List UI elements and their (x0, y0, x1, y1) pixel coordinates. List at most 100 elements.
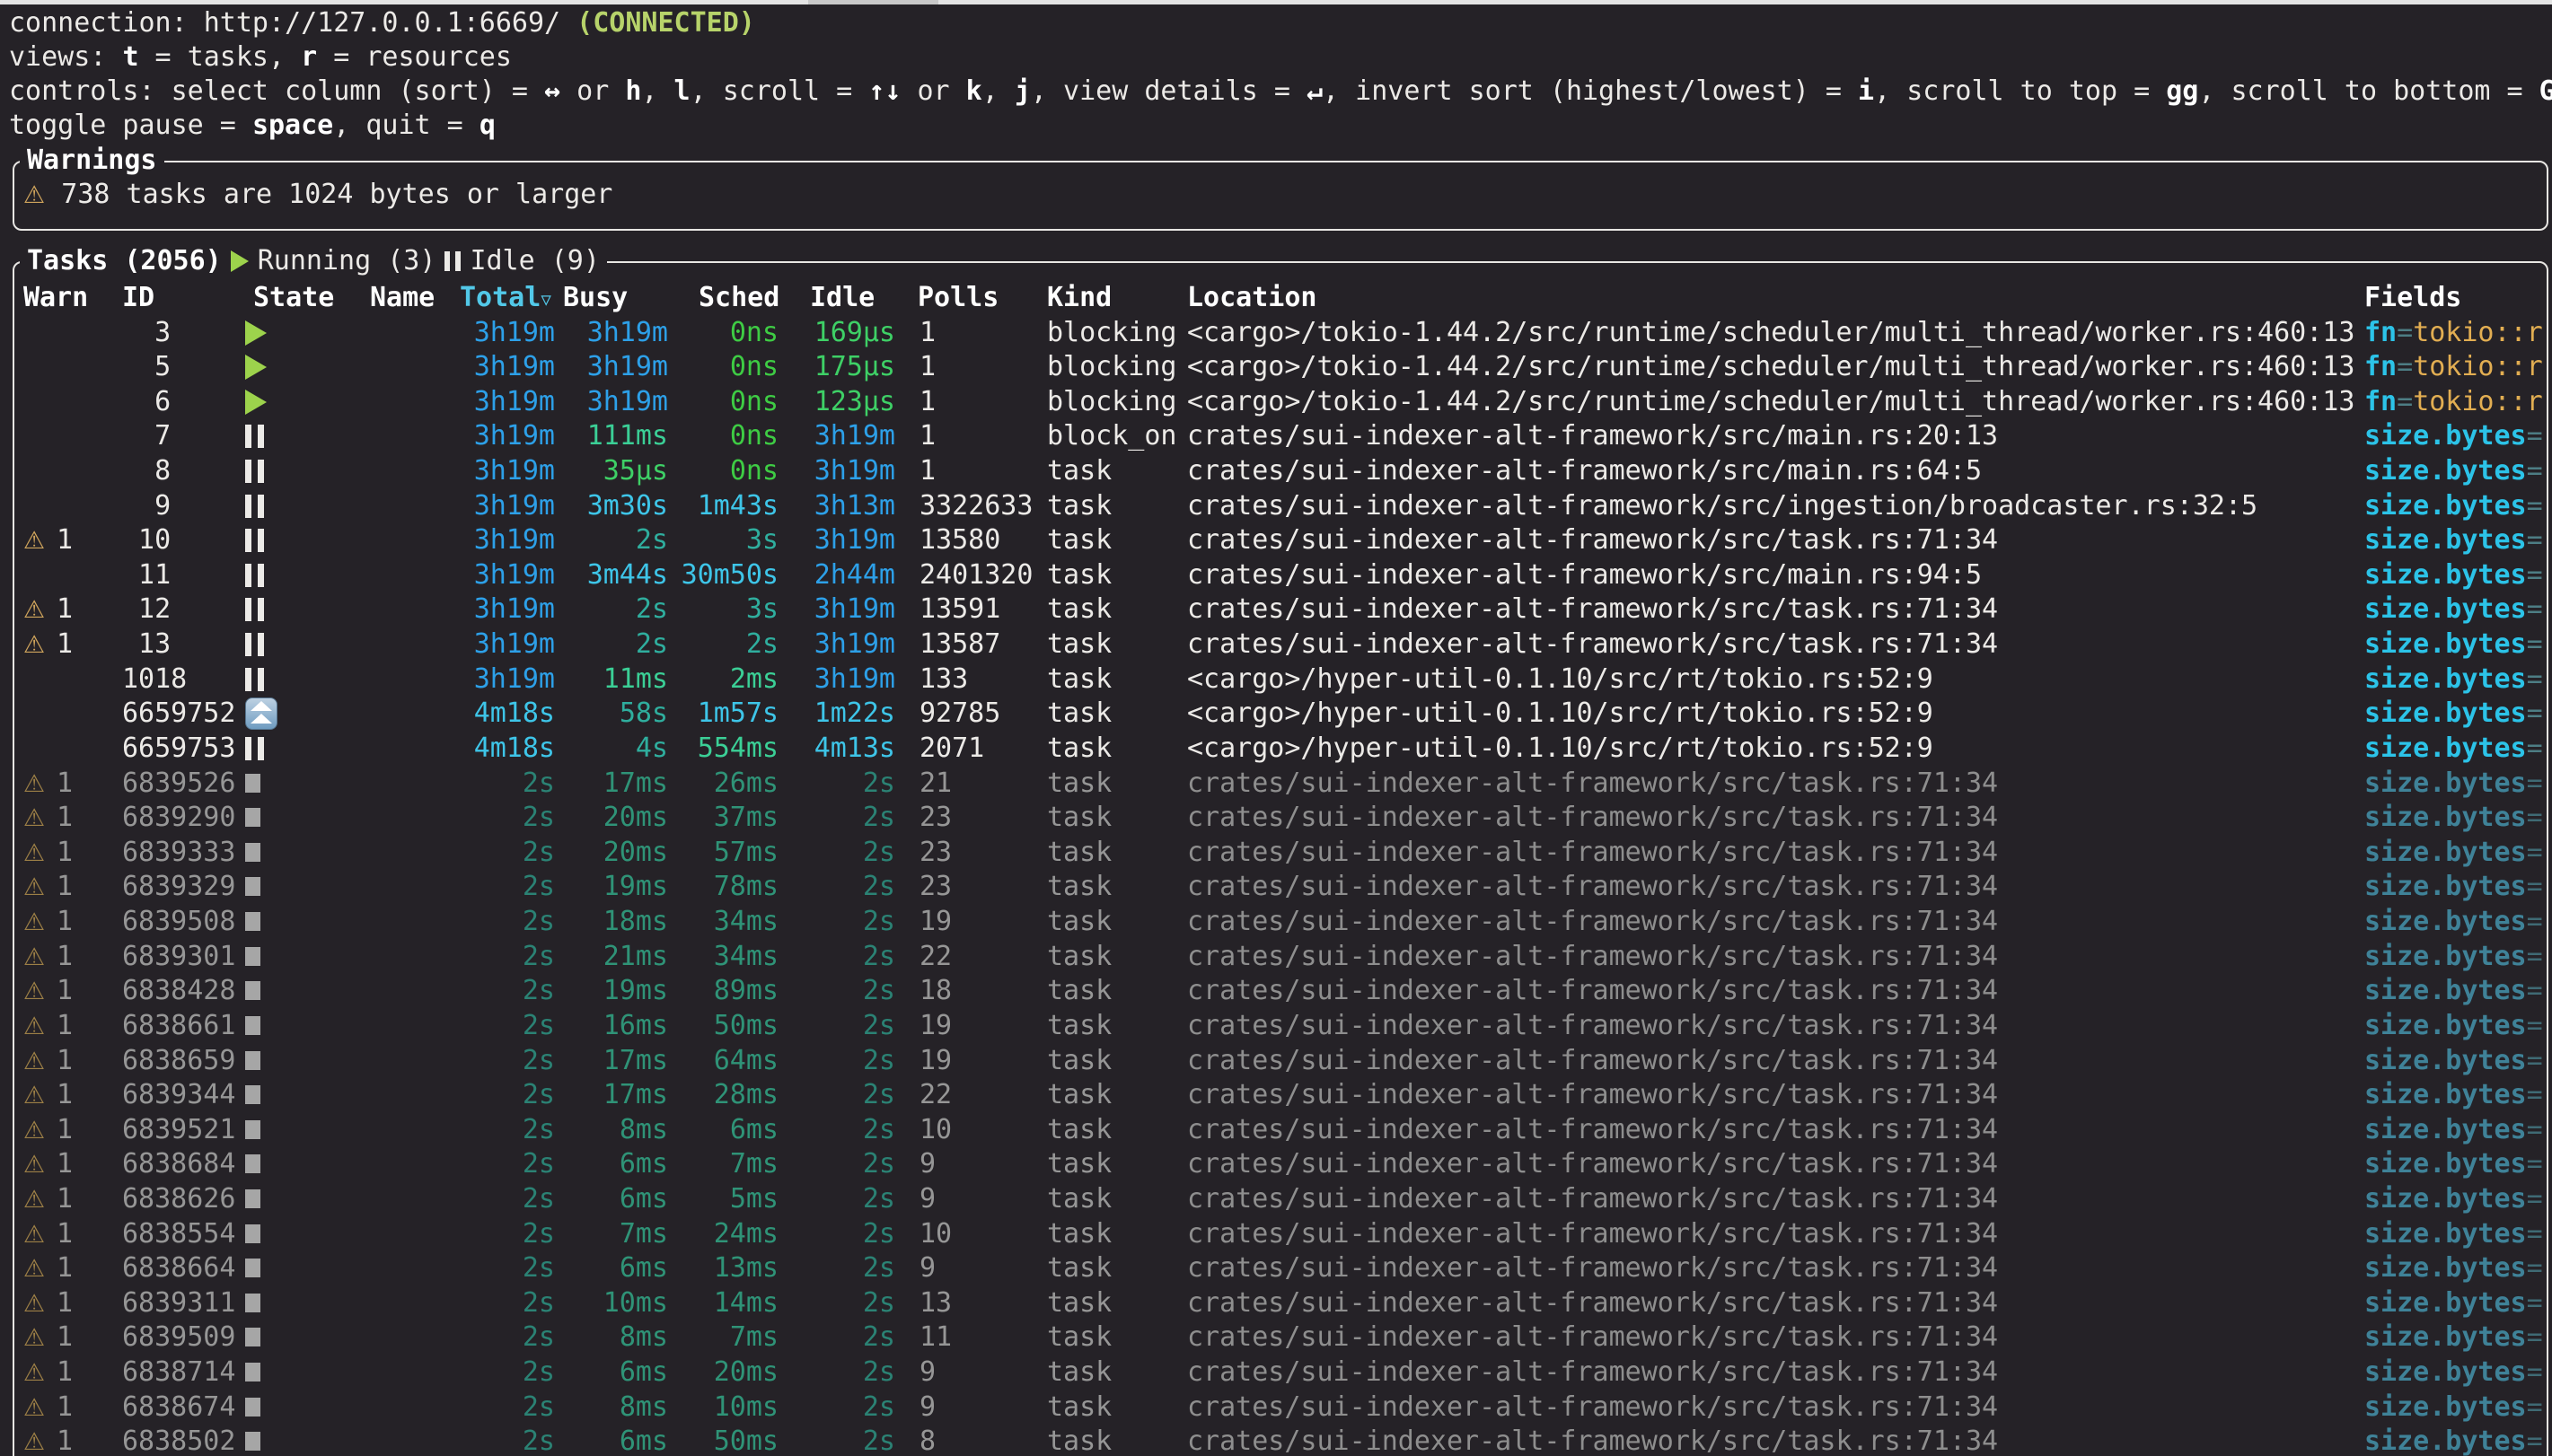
sched-duration: 0ns (678, 418, 779, 453)
task-fields: size.bytes= (2364, 766, 2543, 801)
task-kind: task (1047, 1181, 1112, 1216)
field-equals: = (2527, 871, 2543, 902)
task-row[interactable]: ⚠168384282s19ms89ms2s18taskcrates/sui-in… (0, 973, 2552, 1008)
task-row[interactable]: ⚠168393442s17ms28ms2s22taskcrates/sui-in… (0, 1077, 2552, 1112)
polls-count: 9 (920, 1250, 936, 1285)
task-row[interactable]: ⚠168386262s6ms5ms2s9taskcrates/sui-index… (0, 1181, 2552, 1216)
column-header-kind[interactable]: Kind (1047, 280, 1112, 315)
task-row[interactable]: 53h19m3h19m0ns175µs1blocking<cargo>/toki… (0, 349, 2552, 384)
column-header-state[interactable]: State (253, 280, 334, 315)
task-row[interactable]: 63h19m3h19m0ns123µs1blocking<cargo>/toki… (0, 384, 2552, 419)
column-header-total[interactable]: Total▿ (460, 280, 551, 315)
task-id: 6839290 (122, 800, 235, 835)
task-row[interactable]: 33h19m3h19m0ns169µs1blocking<cargo>/toki… (0, 315, 2552, 350)
task-row[interactable]: ⚠168386742s8ms10ms2s9taskcrates/sui-inde… (0, 1390, 2552, 1425)
polls-count: 2401320 (920, 557, 1033, 592)
help-text: = resources (317, 41, 512, 73)
task-row[interactable]: 83h19m35µs0ns3h19m1taskcrates/sui-indexe… (0, 453, 2552, 488)
task-row[interactable]: 10183h19m11ms2ms3h19m133task<cargo>/hype… (0, 662, 2552, 697)
task-row[interactable]: ⚠1 123h19m2s3s3h19m13591taskcrates/sui-i… (0, 592, 2552, 627)
busy-duration: 111ms (569, 418, 668, 453)
task-state (245, 1250, 260, 1285)
task-row[interactable]: ⚠1 103h19m2s3s3h19m13580taskcrates/sui-i… (0, 522, 2552, 557)
task-row[interactable]: ⚠168385542s7ms24ms2s10taskcrates/sui-ind… (0, 1216, 2552, 1251)
field-key: fn (2364, 317, 2397, 348)
task-row[interactable]: ⚠168393292s19ms78ms2s23taskcrates/sui-in… (0, 869, 2552, 904)
task-fields: size.bytes= (2364, 1216, 2543, 1251)
task-row[interactable]: ⚠168393112s10ms14ms2s13taskcrates/sui-in… (0, 1285, 2552, 1320)
task-row[interactable]: ⚠168386592s17ms64ms2s19taskcrates/sui-in… (0, 1043, 2552, 1078)
task-location: <cargo>/hyper-util-0.1.10/src/rt/tokio.r… (1187, 731, 1933, 766)
task-state (245, 453, 264, 488)
column-header-sched[interactable]: Sched (699, 280, 779, 315)
task-row[interactable]: ⚠168386642s6ms13ms2s9taskcrates/sui-inde… (0, 1250, 2552, 1285)
task-kind: task (1047, 1043, 1112, 1078)
warning-icon: ⚠ (23, 527, 45, 555)
task-fields: size.bytes= (2364, 1181, 2543, 1216)
warning-icon: ⚠ (23, 1186, 45, 1214)
task-row[interactable]: 113h19m3m44s30m50s2h44m2401320taskcrates… (0, 557, 2552, 592)
task-row[interactable]: ⚠168395262s17ms26ms2s21taskcrates/sui-in… (0, 766, 2552, 801)
busy-duration: 6ms (569, 1424, 668, 1456)
column-header-location[interactable]: Location (1187, 280, 1317, 315)
task-fields: size.bytes= (2364, 1146, 2543, 1181)
busy-duration: 3m30s (569, 488, 668, 523)
running-icon (231, 250, 249, 272)
column-header-idle[interactable]: Idle (810, 280, 875, 315)
task-row[interactable]: ⚠168395212s8ms6ms2s10taskcrates/sui-inde… (0, 1112, 2552, 1147)
task-row[interactable]: ⚠168395092s8ms7ms2s11taskcrates/sui-inde… (0, 1320, 2552, 1355)
idle-duration: 2s (796, 1146, 895, 1181)
task-row[interactable]: ⚠1 133h19m2s2s3h19m13587taskcrates/sui-i… (0, 627, 2552, 662)
task-row[interactable]: ⚠168393012s21ms34ms2s22taskcrates/sui-in… (0, 939, 2552, 974)
task-row[interactable]: ⚠168393332s20ms57ms2s23taskcrates/sui-in… (0, 835, 2552, 870)
task-row[interactable]: 73h19m111ms0ns3h19m1block_oncrates/sui-i… (0, 418, 2552, 453)
column-header-busy[interactable]: Busy (563, 280, 628, 315)
busy-duration: 11ms (569, 662, 668, 697)
task-kind: task (1047, 557, 1112, 592)
task-fields: size.bytes= (2364, 800, 2543, 835)
warn-icon-cell: ⚠ (23, 1181, 45, 1216)
task-id: 12 (122, 592, 171, 627)
task-row[interactable]: ⚠168385022s6ms50ms2s8taskcrates/sui-inde… (0, 1424, 2552, 1456)
task-state (245, 1390, 260, 1425)
idle-duration: 2s (796, 1008, 895, 1043)
sched-duration: 2ms (678, 662, 779, 697)
task-fields: size.bytes= (2364, 627, 2543, 662)
task-kind: task (1047, 453, 1112, 488)
task-row[interactable]: ⚠168386612s16ms50ms2s19taskcrates/sui-in… (0, 1008, 2552, 1043)
task-row[interactable]: 93h19m3m30s1m43s3h13m3322633taskcrates/s… (0, 488, 2552, 523)
task-state (245, 557, 264, 592)
state-running-icon (245, 390, 267, 415)
idle-duration: 2s (796, 800, 895, 835)
column-header-name[interactable]: Name (370, 280, 435, 315)
idle-duration: 169µs (796, 315, 895, 350)
task-row[interactable]: ⚠168387142s6ms20ms2s9taskcrates/sui-inde… (0, 1355, 2552, 1390)
warning-icon: ⚠ (23, 1151, 45, 1179)
column-header-fields[interactable]: Fields (2364, 280, 2461, 315)
warning-icon: ⚠ (23, 839, 45, 867)
running-count-label: Running (3) (258, 244, 436, 278)
help-text: controls: select column (sort) = (9, 75, 544, 107)
column-header-id[interactable]: ID (122, 280, 154, 315)
warn-count: 1 (57, 522, 73, 557)
task-row[interactable]: 66597534m18s4s554ms4m13s2071task<cargo>/… (0, 731, 2552, 766)
total-duration: 2s (456, 1008, 555, 1043)
task-kind: task (1047, 766, 1112, 801)
warn-count: 1 (57, 1250, 73, 1285)
task-row[interactable]: ⚠168386842s6ms7ms2s9taskcrates/sui-index… (0, 1146, 2552, 1181)
task-row[interactable]: ⚠168392902s20ms37ms2s23taskcrates/sui-in… (0, 800, 2552, 835)
warn-count: 1 (57, 766, 73, 801)
task-row[interactable]: 66597524m18s58s1m57s1m22s92785task<cargo… (0, 696, 2552, 731)
column-header-warn[interactable]: Warn (23, 280, 88, 315)
field-key: size.bytes (2364, 524, 2527, 556)
task-kind: task (1047, 1320, 1112, 1355)
idle-duration: 3h19m (796, 453, 895, 488)
total-duration: 3h19m (456, 418, 555, 453)
task-row[interactable]: ⚠168395082s18ms34ms2s19taskcrates/sui-in… (0, 904, 2552, 939)
polls-count: 8 (920, 1424, 936, 1456)
task-id: 6 (122, 384, 171, 419)
warn-icon-cell: ⚠ (23, 1355, 45, 1390)
total-duration: 3h19m (456, 557, 555, 592)
idle-duration: 2s (796, 835, 895, 870)
column-header-polls[interactable]: Polls (918, 280, 999, 315)
